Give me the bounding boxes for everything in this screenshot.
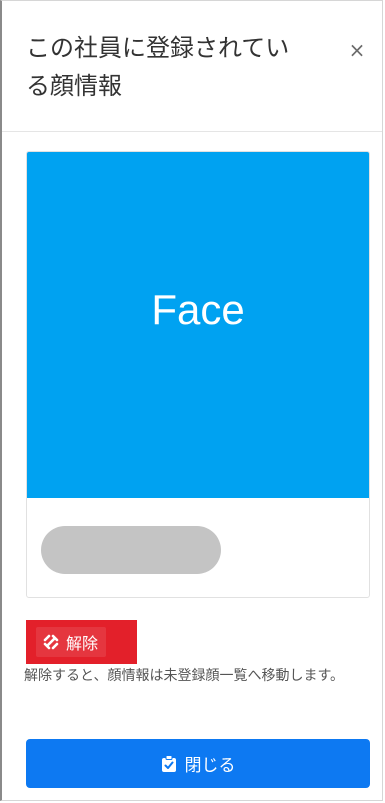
clipboard-check-icon [161, 754, 176, 772]
close-symbol: × [348, 38, 366, 62]
release-button-inner: 解除 [36, 627, 107, 657]
face-image-label: Face [151, 286, 245, 333]
close-icon[interactable]: × [346, 38, 368, 62]
unlink-icon [43, 634, 59, 650]
dialog-title: この社員に登録されている顔情報 [26, 34, 290, 100]
close-dialog-button[interactable]: 閉じる [26, 739, 370, 788]
close-dialog-label: 閉じる [184, 756, 236, 776]
face-name-placeholder [41, 526, 221, 574]
release-button[interactable]: 解除 [26, 620, 137, 664]
header-divider [2, 131, 382, 132]
release-label: 解除 [66, 634, 99, 653]
face-card: Face [26, 151, 370, 598]
face-info-dialog: この社員に登録されている顔情報 × Face 解除 解除すると、顔情報は未登録顔… [0, 0, 383, 801]
release-note: 解除すると、顔情報は未登録顔一覧へ移動します。 [24, 668, 345, 684]
face-image: Face [27, 152, 369, 498]
